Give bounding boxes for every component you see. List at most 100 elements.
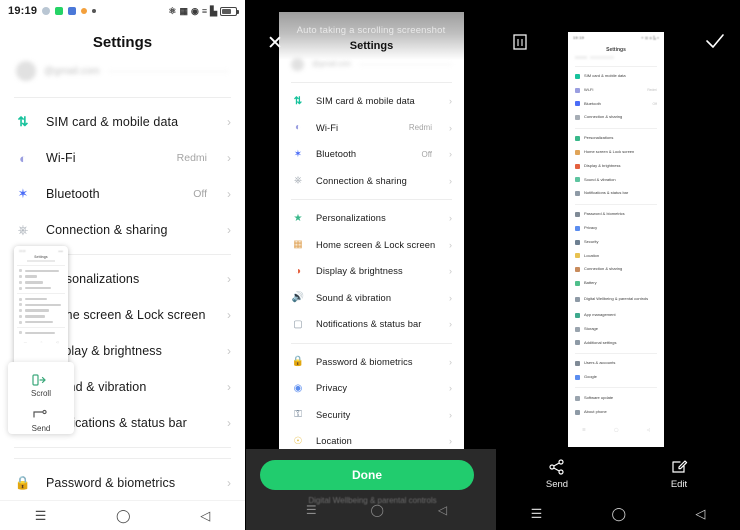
row-value: Redmi [408, 123, 432, 133]
preview-row: Home screen & Lock screen [568, 145, 664, 159]
settings-row-sim-card[interactable]: ⇅ SIM card & mobile data › [0, 104, 245, 140]
menu-icon[interactable]: ☰ [531, 506, 543, 522]
settings-row-connection-sharing[interactable]: ⎈ Connection & sharing › [0, 212, 245, 248]
back-icon[interactable]: ◁ [695, 506, 705, 522]
long-screenshot-preview[interactable]: 19:19 ⚛ ▦ ◉ ▙ ■ Settings SIM card & mobi… [568, 32, 664, 447]
settings-list: ⇅ SIM card & mobile data › ◐ Wi-Fi Redmi… [279, 88, 464, 449]
system-nav-bar: ☰ ◯ ◁ [0, 500, 245, 530]
trash-icon[interactable] [510, 32, 530, 52]
preview-row: Battery [568, 277, 664, 291]
settings-row-bluetooth[interactable]: ✶ Bluetooth Off › [279, 141, 464, 168]
home-icon[interactable]: ◯ [612, 506, 627, 522]
menu-icon[interactable]: ☰ [35, 509, 47, 522]
back-icon[interactable]: ◁ [438, 503, 447, 517]
chevron-right-icon: › [449, 319, 452, 330]
home-icon[interactable]: ◯ [371, 503, 384, 517]
panel-capturing-screen: ✕ 19:19 ⚛ ▦ ◉ ≡ [246, 0, 496, 530]
preview-toolbar: Send Edit [496, 452, 740, 496]
preview-row: Security [568, 235, 664, 249]
settings-row-wifi[interactable]: ◐ Wi-Fi Redmi › [279, 115, 464, 142]
preview-row: Digital Wellbeing & parental controls [568, 290, 664, 308]
notifications-status-bar-icon: ▢ [293, 318, 303, 330]
menu-icon[interactable]: ☰ [306, 503, 317, 517]
row-label: Home screen & Lock screen [316, 239, 436, 250]
settings-row-bluetooth[interactable]: ✶ Bluetooth Off › [0, 176, 245, 212]
home-lock-screen-icon: ▦ [293, 239, 303, 251]
settings-row-password-biometrics-lower[interactable]: 🔒 Password & biometrics › [0, 465, 245, 500]
page-title: Settings [92, 34, 153, 51]
share-icon [548, 458, 566, 475]
done-button[interactable]: Done [260, 460, 474, 490]
settings-row-home-lock-screen[interactable]: ▦ Home screen & Lock screen › [279, 232, 464, 259]
floating-screenshot-thumbnail[interactable]: 19:19 ●●● Settings — ○ ◁ [14, 246, 68, 376]
settings-row-notifications-status-bar[interactable]: ▢ Notifications & status bar › [279, 311, 464, 338]
settings-row-location[interactable]: ☉ Location › [279, 428, 464, 449]
chevron-right-icon: › [227, 151, 231, 165]
avatar [16, 61, 36, 81]
thumb-title: Settings [34, 255, 48, 259]
nfc-icon: ⚛ [168, 5, 177, 16]
edit-button[interactable]: Edit [618, 452, 740, 496]
preview-row: Connection & sharing [568, 263, 664, 277]
settings-row-security[interactable]: ⚿ Security › [279, 402, 464, 429]
send-action-label: Send [31, 424, 51, 433]
status-bar: 19:19 ⚛ ▦ ◉ ≡ ▙ [0, 0, 245, 22]
row-label: Display & brightness [316, 266, 403, 277]
home-icon[interactable]: ◯ [116, 509, 131, 522]
preview-row: Sound & vibration [568, 173, 664, 187]
system-nav-bar: ☰ ◯ ◁ [496, 502, 740, 526]
preview-row: Users & accounts [568, 357, 664, 371]
back-icon[interactable]: ◁ [200, 509, 210, 522]
row-label: Connection & sharing [46, 223, 168, 237]
send-label: Send [545, 478, 569, 490]
settings-row-sound-vibration[interactable]: 🔊 Sound & vibration › [279, 285, 464, 312]
send-icon [31, 407, 51, 423]
settings-row-password-biometrics[interactable]: 🔒 Password & biometrics › [279, 349, 464, 376]
preview-row: Password & biometrics [568, 208, 664, 222]
send-button[interactable]: Send [496, 452, 618, 496]
settings-row-sim-card[interactable]: ⇅ SIM card & mobile data › [279, 88, 464, 115]
app-orange-icon [81, 8, 88, 14]
settings-row-personalizations[interactable]: ★ Personalizations › [279, 205, 464, 232]
thumb-nav-bar: — ○ ◁ [23, 339, 59, 344]
account-row[interactable]: @gmail.com [0, 57, 245, 91]
password-biometrics-icon: 🔒 [291, 356, 305, 368]
personalizations-icon: ★ [293, 212, 303, 224]
chevron-right-icon: › [227, 308, 231, 322]
thumb-row [17, 330, 65, 336]
divider [291, 82, 452, 83]
row-label: Wi-Fi [46, 151, 76, 165]
row-label: SIM card & mobile data [46, 115, 179, 129]
password-biometrics-icon: 🔒 [14, 474, 32, 490]
scroll-action-label: Scroll [30, 389, 51, 398]
divider [575, 65, 657, 67]
send-action-button[interactable]: Send [8, 407, 74, 433]
chevron-right-icon: › [449, 175, 452, 186]
account-email: @gmail.com [44, 65, 100, 77]
settings-row-display-brightness[interactable]: ◑ Display & brightness › [279, 258, 464, 285]
app-blue-icon [68, 7, 77, 15]
sound-vibration-icon: 🔊 [291, 292, 305, 304]
settings-row-privacy[interactable]: ◉ Privacy › [279, 375, 464, 402]
thumb-group [17, 265, 65, 291]
thumb-row [17, 285, 65, 291]
preview-nav-bar: ☰ ◯ ◁ [582, 427, 650, 433]
row-label: Sound & vibration [316, 292, 392, 303]
row-label: Notifications & status bar [316, 319, 422, 330]
settings-row-wifi[interactable]: ◐ Wi-Fi Redmi › [0, 140, 245, 176]
thumb-row [17, 319, 65, 325]
settings-row-connection-sharing[interactable]: ⎈ Connection & sharing › [279, 168, 464, 195]
row-value: Off [193, 188, 207, 200]
close-icon[interactable]: ✕ [264, 32, 286, 54]
scroll-action-button[interactable]: Scroll [8, 372, 74, 398]
check-icon[interactable] [704, 30, 726, 52]
system-nav-bar: ☰ ◯ ◁ [279, 497, 474, 523]
divider [575, 352, 657, 354]
divider [14, 447, 231, 448]
chevron-right-icon: › [227, 344, 231, 358]
row-label: SIM card & mobile data [316, 96, 415, 107]
divider [107, 70, 229, 72]
security-icon: ⚿ [294, 409, 302, 421]
chevron-right-icon: › [449, 356, 452, 367]
row-label: Password & biometrics [46, 475, 176, 490]
